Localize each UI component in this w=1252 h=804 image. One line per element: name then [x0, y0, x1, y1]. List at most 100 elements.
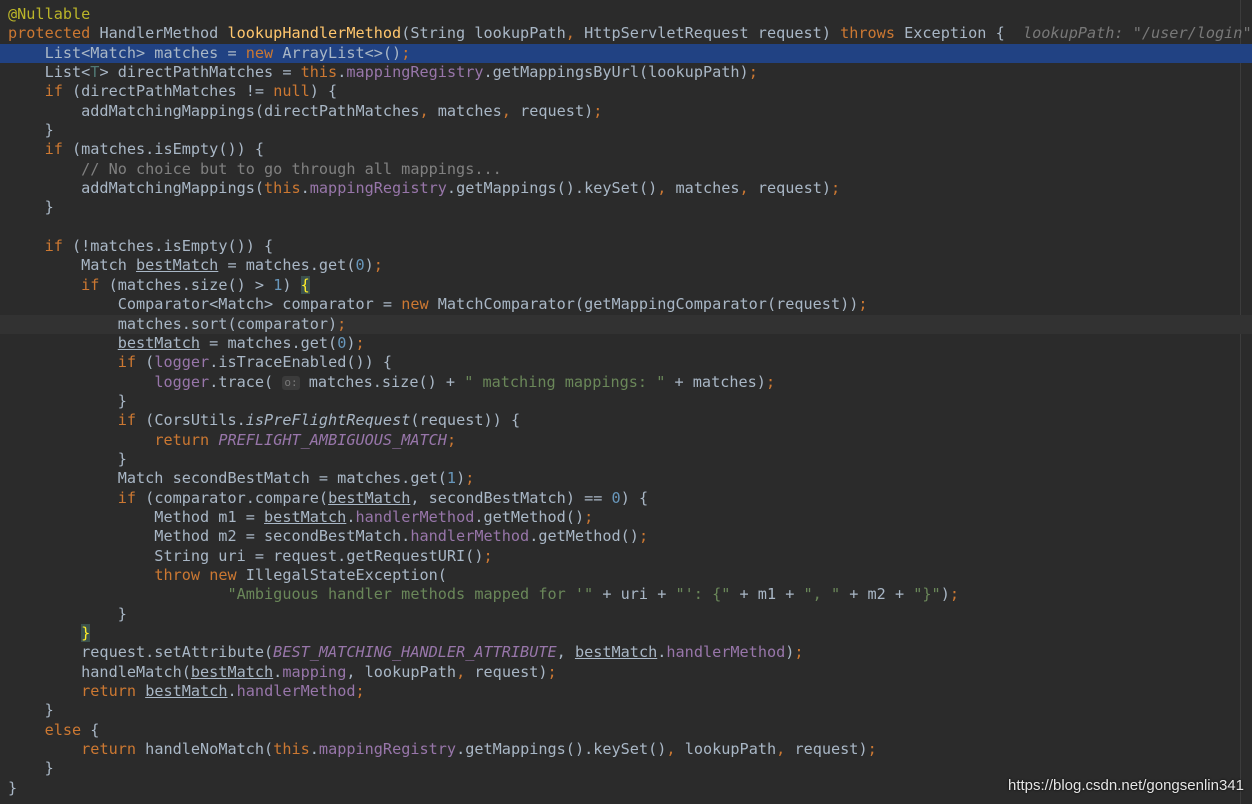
code-token: (request)) { [410, 411, 521, 430]
code-token: (matches.isEmpty()) { [62, 140, 265, 159]
code-token: handlerMethod [410, 527, 530, 546]
code-line[interactable]: protected HandlerMethod lookupHandlerMet… [0, 24, 1252, 43]
code-token: ; [355, 333, 365, 352]
code-line[interactable]: if (matches.isEmpty()) { [0, 140, 1252, 159]
code-token: ; [794, 643, 804, 662]
code-token: ; [446, 430, 457, 449]
code-token: ; [638, 527, 649, 546]
code-token: return [154, 430, 210, 449]
code-token: if [44, 237, 63, 256]
code-token: > directPathMatches = [99, 63, 301, 82]
code-token: HandlerMethod [90, 24, 228, 43]
code-token: (directPathMatches != [62, 82, 274, 101]
code-token: + m2 + [840, 585, 914, 604]
code-token: logger [154, 353, 210, 372]
code-line[interactable]: } [0, 450, 1252, 469]
code-line[interactable]: } [0, 605, 1252, 624]
code-token: " matching mappings: " [464, 372, 666, 391]
code-token: ; [355, 682, 365, 701]
code-line[interactable]: logger.trace( o: matches.size() + " matc… [0, 373, 1252, 392]
code-token: new [209, 565, 237, 584]
code-token: Method m2 = secondBestMatch. [8, 527, 411, 546]
code-line[interactable]: matches.sort(comparator); [0, 314, 1252, 334]
code-area[interactable]: @Nullable protected HandlerMethod lookupH… [0, 5, 1252, 798]
code-line[interactable]: List<T> directPathMatches = this.mapping… [0, 63, 1252, 82]
code-token: throw [154, 565, 201, 584]
code-line[interactable]: } [0, 392, 1252, 411]
code-line[interactable]: if (comparator.compare(bestMatch, second… [0, 489, 1252, 508]
code-token: .getMappings().keySet() [446, 179, 658, 198]
code-line[interactable]: if (directPathMatches != null) { [0, 82, 1252, 101]
code-token: handleNoMatch( [136, 740, 274, 759]
code-line[interactable]: Method m1 = bestMatch.handlerMethod.getM… [0, 508, 1252, 527]
code-token: PREFLIGHT_AMBIGUOUS_MATCH [218, 430, 447, 449]
code-line[interactable]: } [0, 624, 1252, 643]
code-line[interactable]: if (CorsUtils.isPreFlightRequest(request… [0, 411, 1252, 430]
code-line[interactable]: "Ambiguous handler methods mapped for '"… [0, 585, 1252, 604]
code-line[interactable]: return bestMatch.handlerMethod; [0, 682, 1252, 701]
code-line[interactable] [0, 218, 1252, 237]
code-line[interactable]: } [0, 198, 1252, 217]
code-token: handlerMethod [666, 643, 786, 662]
code-line[interactable]: if (!matches.isEmpty()) { [0, 237, 1252, 256]
code-token: ; [858, 295, 868, 314]
code-token: (CorsUtils. [136, 411, 246, 430]
code-token: request) [510, 101, 594, 120]
code-line[interactable]: } [0, 759, 1252, 778]
watermark-text: https://blog.csdn.net/gongsenlin341 [1007, 777, 1244, 794]
code-line[interactable]: Comparator<Match> comparator = new Match… [0, 295, 1252, 314]
code-line[interactable]: Match bestMatch = matches.get(0); [0, 256, 1252, 275]
code-token: matches.size() + [299, 372, 465, 391]
code-token: if [44, 140, 63, 159]
code-line[interactable]: return handleNoMatch(this.mappingRegistr… [0, 740, 1252, 759]
code-line[interactable]: @Nullable [0, 5, 1252, 24]
code-line[interactable]: bestMatch = matches.get(0); [0, 334, 1252, 353]
code-line[interactable]: List<Match> matches = new ArrayList<>(); [0, 43, 1252, 64]
code-line[interactable]: String uri = request.getRequestURI(); [0, 547, 1252, 566]
code-line[interactable]: throw new IllegalStateException( [0, 566, 1252, 585]
code-token: if [44, 82, 63, 101]
code-token: .trace( [209, 372, 283, 391]
code-token: IllegalStateException( [236, 565, 447, 584]
code-token: ; [401, 43, 411, 62]
code-token: .getMappingsByUrl(lookupPath) [483, 63, 749, 82]
code-editor[interactable]: @Nullable protected HandlerMethod lookupH… [0, 0, 1252, 804]
code-token: mappingRegistry [318, 740, 457, 759]
code-token: .isTraceEnabled()) { [209, 353, 393, 372]
code-line[interactable]: } [0, 701, 1252, 720]
code-token: , [501, 101, 511, 120]
code-line[interactable]: // No choice but to go through all mappi… [0, 160, 1252, 179]
code-token: 0 [355, 256, 365, 275]
code-token: @Nullable [8, 5, 91, 23]
code-token: ) [456, 469, 466, 488]
code-token: bestMatch [190, 662, 274, 681]
parameter-hint: o: [282, 375, 300, 390]
code-line[interactable]: return PREFLIGHT_AMBIGUOUS_MATCH; [0, 431, 1252, 450]
code-line[interactable]: request.setAttribute(BEST_MATCHING_HANDL… [0, 643, 1252, 662]
code-line[interactable]: } [0, 121, 1252, 140]
code-line[interactable]: addMatchingMappings(directPathMatches, m… [0, 102, 1252, 121]
code-line[interactable]: addMatchingMappings(this.mappingRegistry… [0, 179, 1252, 198]
code-token: mappingRegistry [346, 63, 484, 82]
code-line[interactable]: Match secondBestMatch = matches.get(1); [0, 469, 1252, 488]
code-line[interactable]: Method m2 = secondBestMatch.handlerMetho… [0, 527, 1252, 546]
code-token: (String lookupPath [401, 24, 566, 43]
code-line[interactable]: handleMatch(bestMatch.mapping, lookupPat… [0, 663, 1252, 682]
code-token: new [401, 295, 429, 314]
code-line[interactable]: if (matches.size() > 1) { [0, 275, 1252, 295]
code-line[interactable]: if (logger.isTraceEnabled()) { [0, 353, 1252, 372]
code-token: , [556, 643, 566, 662]
code-token: } [8, 604, 127, 623]
code-token: (comparator.compare( [136, 488, 329, 507]
code-token: = matches.get( [200, 333, 338, 352]
code-token: bestMatch [264, 507, 347, 526]
code-token: } [8, 121, 54, 140]
code-line[interactable]: else { [0, 721, 1252, 740]
